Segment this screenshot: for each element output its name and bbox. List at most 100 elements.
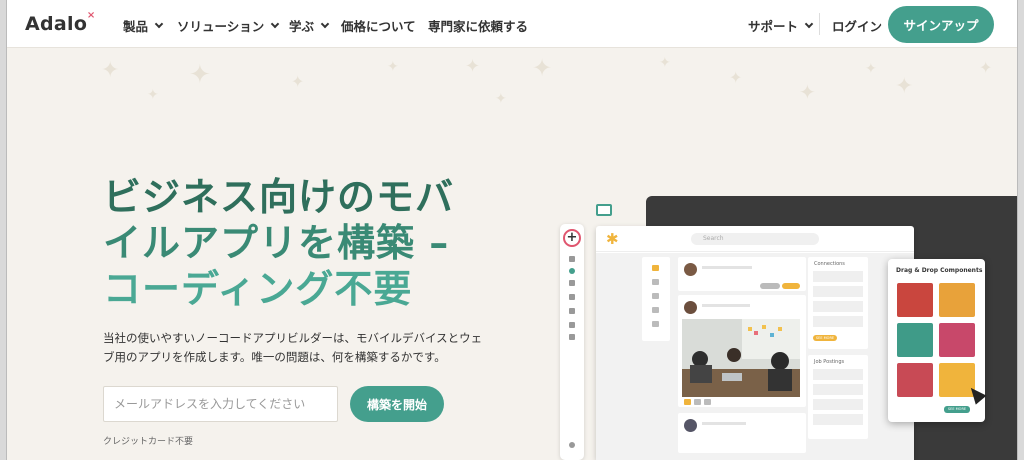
hero-title-line: イルアプリを構築 – [103,221,450,265]
sparkle-icon: ✦ [291,72,305,91]
nav-divider [819,13,820,35]
logo-mark-icon: × [86,10,96,21]
feed-post [678,257,806,291]
canvas-search: Search [691,233,819,245]
start-building-button[interactable]: 構築を開始 [350,386,444,422]
app-canvas: ✱ Search Connections SEE MORE Job Postin… [596,226,914,460]
chevron-down-icon [320,19,330,29]
drag-drop-title: Drag & Drop Components [896,267,983,274]
component-tile [939,283,975,317]
copy-icon [569,334,575,340]
settings-icon [569,442,575,448]
adalo-logo[interactable]: Adalo × [25,10,95,36]
nav-item-label: 製品 [123,19,149,34]
top-nav: Adalo × 製品 ソリューション 学ぶ 価格について 専門家に依頼する サポ… [7,0,1017,48]
nav-item-pricing[interactable]: 価格について [341,16,416,35]
email-input[interactable] [103,386,338,422]
post-photo [682,319,800,397]
sparkle-icon: ✦ [495,91,507,107]
pill-button [760,283,780,289]
sparkle-icon: ✦ [979,58,993,77]
nav-item-label: 価格について [341,19,416,34]
add-icon: + [563,229,581,247]
feed-post [678,413,806,453]
editor-toolbar: + [560,224,584,460]
text-placeholder [702,304,750,307]
component-tile [897,323,933,357]
canvas-body: Connections SEE MORE Job Postings [596,253,914,460]
chat-icon [652,279,659,285]
sparkle-icon: ✦ [101,58,120,83]
hero-title-line: ビジネス向けのモバ [103,175,455,219]
data-icon [569,268,575,274]
monitor-icon [596,204,612,216]
sparkle-icon: ✦ [659,55,671,71]
nav-item-support[interactable]: サポート [748,16,814,35]
avatar [684,419,697,432]
sparkle-icon: ✦ [147,87,159,103]
login-link[interactable]: ログイン [832,16,882,35]
sparkle-icon: ✦ [189,60,211,90]
nav-item-label: 専門家に依頼する [428,19,529,34]
gear-icon [652,321,659,327]
nav-item-learn[interactable]: 学ぶ [289,16,330,35]
nav-item-label: ソリューション [177,19,265,34]
mail-icon [652,293,659,299]
list-item [813,316,863,327]
login-label: ログイン [832,19,883,34]
nav-item-solutions[interactable]: ソリューション [177,16,280,35]
component-tile [897,363,933,397]
job-postings-title: Job Postings [814,359,845,365]
see-more-pill: SEE MORE [813,335,837,341]
logo-text: Adalo [25,13,88,35]
list-item [813,399,863,410]
signup-button[interactable]: サインアップ [888,6,994,43]
hero-description: 当社の使いやすいノーコードアプリビルダーは、モバイルデバイスとウェブ用のアプリを… [103,331,483,364]
chevron-down-icon [271,19,280,29]
nav-item-products[interactable]: 製品 [123,16,164,35]
sparkle-icon: ✦ [729,68,743,87]
paint-icon [569,256,575,262]
star-logo-icon: ✱ [606,230,619,248]
pill-button [782,283,800,289]
no-credit-card-note: クレジットカード不要 [103,437,194,447]
job-postings-panel: Job Postings [808,355,868,439]
list-item [813,369,863,380]
chevron-down-icon [154,19,164,29]
text-placeholder [702,266,752,269]
sparkle-icon: ✦ [895,74,914,99]
list-item [813,414,863,425]
nav-item-hire-expert[interactable]: 専門家に依頼する [428,16,528,35]
text-placeholder [702,422,746,425]
office-photo [682,319,800,397]
dnd-see-more-pill: SEE MORE [944,406,970,413]
sparkle-icon: ✦ [465,56,481,77]
sparkle-icon: ✦ [387,59,399,75]
share-icon [704,399,711,405]
list-item [813,271,863,282]
page-frame: Adalo × 製品 ソリューション 学ぶ 価格について 専門家に依頼する サポ… [6,0,1018,460]
list-item [813,301,863,312]
user-icon [652,307,659,313]
avatar [684,301,697,314]
app-sidebar [642,257,670,341]
nav-item-label: 学ぶ [289,19,315,34]
feed-post-photo [678,295,806,407]
home-icon [652,265,659,271]
chevron-down-icon [804,19,814,29]
nav-item-label: サポート [748,19,799,34]
component-tile [897,283,933,317]
gear-icon [569,294,575,300]
analytics-icon [569,322,575,328]
hero-title: ビジネス向けのモバ イルアプリを構築 – コーディング不要 [103,174,483,312]
edit-icon [569,308,575,314]
connections-panel: Connections SEE MORE [808,257,868,349]
hero-title-line: コーディング不要 [103,267,413,311]
sparkle-icon: ✦ [532,54,553,82]
like-icon [684,399,691,405]
connections-title: Connections [814,261,845,267]
component-tile [939,323,975,357]
sparkle-icon: ✦ [865,61,877,77]
comment-icon [694,399,701,405]
canvas-header: ✱ Search [596,226,914,252]
